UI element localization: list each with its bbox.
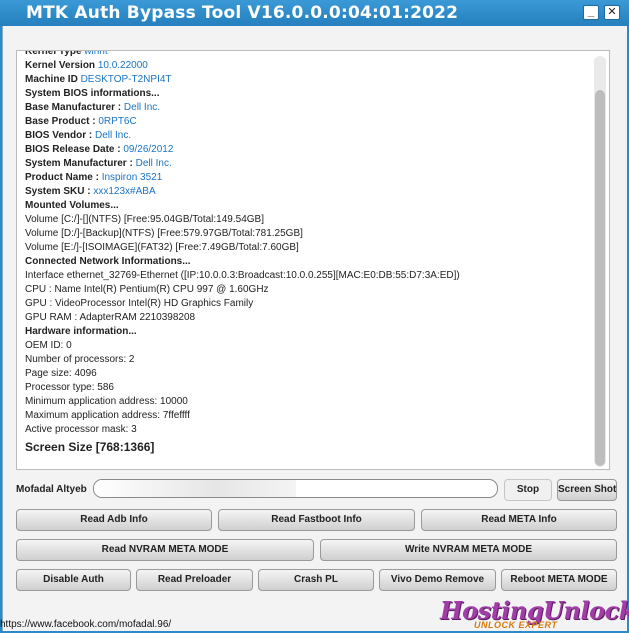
log-line: Volume [E:/]-[ISOIMAGE](FAT32) [Free:7.4…	[25, 241, 595, 255]
log-line-label: System SKU :	[25, 186, 94, 197]
read-preloader-button[interactable]: Read Preloader	[136, 569, 253, 591]
log-line-label: Maximum application address: 7ffeffff	[25, 410, 190, 421]
log-line-label: OEM ID: 0	[25, 340, 72, 351]
write-nvram-meta-mode-button[interactable]: Write NVRAM META MODE	[320, 539, 617, 561]
logo-sub-text: UNLOCK EXPERT	[474, 620, 558, 630]
scrollbar-thumb[interactable]	[595, 90, 605, 466]
log-line-label: Number of processors: 2	[25, 354, 135, 365]
log-line-label: System BIOS informations...	[25, 88, 160, 99]
log-scrollbar[interactable]	[594, 56, 606, 467]
log-content: Kernel Type winnt Kernel Version 10.0.220…	[25, 50, 595, 456]
screen-shot-button[interactable]: Screen Shot	[557, 479, 617, 501]
log-line-value: winnt	[84, 50, 108, 57]
log-line-label: Machine ID	[25, 74, 81, 85]
log-line: Volume [D:/]-[Backup](NTFS) [Free:579.97…	[25, 227, 595, 241]
log-line-label: Minimum application address: 10000	[25, 396, 188, 407]
log-line: GPU RAM : AdapterRAM 2210398208	[25, 311, 595, 325]
close-icon[interactable]: ✕	[604, 5, 620, 20]
vivo-demo-remove-button[interactable]: Vivo Demo Remove	[379, 569, 496, 591]
log-line-label: CPU : Name Intel(R) Pentium(R) CPU 997 @…	[25, 284, 269, 295]
log-line: CPU : Name Intel(R) Pentium(R) CPU 997 @…	[25, 283, 595, 297]
device-info-log[interactable]: Kernel Type winnt Kernel Version 10.0.220…	[16, 50, 610, 470]
log-line: Base Product : 0RPT6C	[25, 115, 595, 129]
progress-fill	[94, 480, 296, 497]
log-line: Connected Network Informations...	[25, 255, 595, 269]
log-line-label: Volume [C:/]-[](NTFS) [Free:95.04GB/Tota…	[25, 214, 264, 225]
log-line: BIOS Release Date : 09/26/2012	[25, 143, 595, 157]
log-line-label: GPU RAM : AdapterRAM 2210398208	[25, 312, 196, 323]
log-line: Screen Size [768:1366]	[25, 438, 595, 456]
log-line-value: Dell Inc.	[95, 130, 132, 141]
log-line: GPU : VideoProcessor Intel(R) HD Graphic…	[25, 297, 595, 311]
log-line-label: Kernel Version	[25, 60, 98, 71]
window-title: MTK Auth Bypass Tool V16.0.0.0:04:01:202…	[26, 3, 459, 23]
log-line-label: Hardware information...	[25, 326, 137, 337]
log-line-label: Connected Network Informations...	[25, 256, 191, 267]
owner-label: Mofadal Altyeb	[16, 484, 87, 495]
log-line-value: 10.0.22000	[97, 60, 148, 71]
log-line-label: Kernel Type	[25, 50, 85, 57]
minimize-icon[interactable]: _	[583, 5, 599, 20]
log-line: Number of processors: 2	[25, 353, 595, 367]
log-line: Product Name : Inspiron 3521	[25, 171, 595, 185]
log-line: Kernel Type winnt	[25, 50, 595, 59]
log-line-label: Processor type: 586	[25, 382, 114, 393]
log-line-label: Mounted Volumes...	[25, 200, 119, 211]
log-line-value: 09/26/2012	[123, 144, 174, 155]
progress-bar	[93, 479, 498, 498]
log-line-value: Dell Inc.	[135, 158, 172, 169]
log-line: Processor type: 586	[25, 381, 595, 395]
log-line: System Manufacturer : Dell Inc.	[25, 157, 595, 171]
log-line-label: GPU : VideoProcessor Intel(R) HD Graphic…	[25, 298, 254, 309]
log-line: Volume [C:/]-[](NTFS) [Free:95.04GB/Tota…	[25, 213, 595, 227]
log-line: Mounted Volumes...	[25, 199, 595, 213]
read-adb-info-button[interactable]: Read Adb Info	[16, 509, 212, 531]
log-line-label: Page size: 4096	[25, 368, 97, 379]
log-line-value: 0RPT6C	[98, 116, 137, 127]
log-line: Page size: 4096	[25, 367, 595, 381]
log-line-value: DESKTOP-T2NPI4T	[80, 74, 172, 85]
log-line-label: BIOS Release Date :	[25, 144, 124, 155]
log-line-label: Active processor mask: 3	[25, 424, 137, 435]
log-line-label: System Manufacturer :	[25, 158, 136, 169]
log-line: Hardware information...	[25, 325, 595, 339]
log-line: OEM ID: 0	[25, 339, 595, 353]
log-line-value: Inspiron 3521	[101, 172, 163, 183]
log-line: BIOS Vendor : Dell Inc.	[25, 129, 595, 143]
log-line: System SKU : xxx123x#ABA	[25, 185, 595, 199]
log-line-label: BIOS Vendor :	[25, 130, 96, 141]
log-line: Base Manufacturer : Dell Inc.	[25, 101, 595, 115]
log-line-value: Dell Inc.	[123, 102, 161, 113]
log-line: Machine ID DESKTOP-T2NPI4T	[25, 73, 595, 87]
log-line-value: xxx123x#ABA	[93, 186, 156, 197]
read-fastboot-info-button[interactable]: Read Fastboot Info	[218, 509, 415, 531]
disable-auth-button[interactable]: Disable Auth	[16, 569, 131, 591]
log-line: Maximum application address: 7ffeffff	[25, 409, 595, 423]
log-line-label: Base Product :	[25, 116, 99, 127]
log-line-label: Product Name :	[25, 172, 102, 183]
title-bar: MTK Auth Bypass Tool V16.0.0.0:04:01:202…	[0, 0, 629, 26]
log-line: Active processor mask: 3	[25, 423, 595, 437]
hostingunlock-logo: HostingUnlock UNLOCK EXPERT	[440, 596, 629, 630]
log-line: Interface ethernet_32769-Ethernet ([IP:1…	[25, 269, 595, 283]
read-nvram-meta-mode-button[interactable]: Read NVRAM META MODE	[16, 539, 314, 561]
status-link[interactable]: https://www.facebook.com/mofadal.96/	[0, 619, 171, 630]
log-line-label: Interface ethernet_32769-Ethernet ([IP:1…	[25, 270, 460, 281]
log-line-label: Volume [D:/]-[Backup](NTFS) [Free:579.97…	[25, 228, 303, 239]
crash-pl-button[interactable]: Crash PL	[258, 569, 374, 591]
log-line-label: Screen Size [768:1366]	[25, 440, 155, 454]
read-meta-info-button[interactable]: Read META Info	[421, 509, 617, 531]
reboot-meta-mode-button[interactable]: Reboot META MODE	[501, 569, 617, 591]
stop-button[interactable]: Stop	[504, 479, 552, 501]
log-line-label: Volume [E:/]-[ISOIMAGE](FAT32) [Free:7.4…	[25, 242, 299, 253]
log-line: Kernel Version 10.0.22000	[25, 59, 595, 73]
log-line: Minimum application address: 10000	[25, 395, 595, 409]
log-line: System BIOS informations...	[25, 87, 595, 101]
log-line-label: Base Manufacturer :	[25, 102, 124, 113]
